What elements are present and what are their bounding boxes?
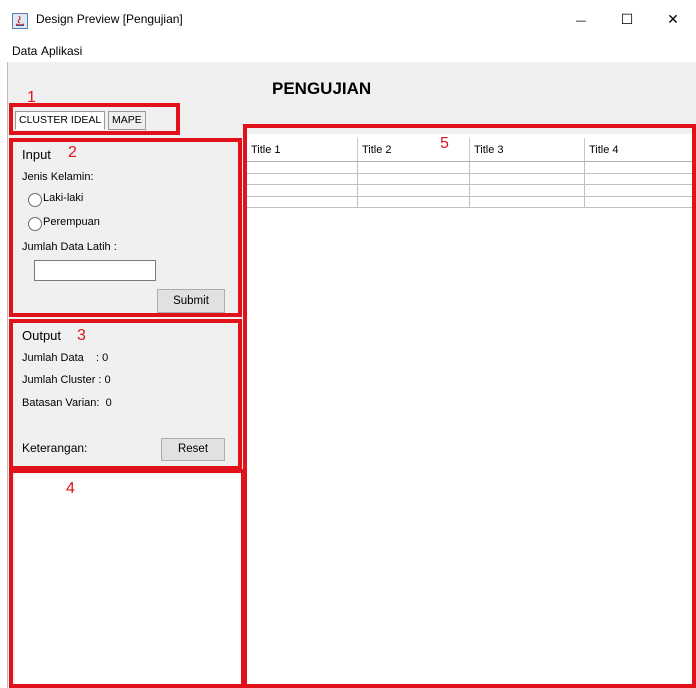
menu-aplikasi[interactable]: Aplikasi — [41, 44, 82, 58]
window-title: Design Preview [Pengujian] — [36, 12, 183, 26]
page-title: PENGUJIAN — [272, 79, 372, 98]
annotation-number-3: 3 — [77, 327, 86, 344]
menu-data[interactable]: Data — [12, 44, 37, 58]
java-app-icon — [12, 13, 28, 29]
annotation-number-1: 1 — [27, 89, 36, 106]
close-button[interactable]: ✕ — [650, 6, 696, 34]
maximize-icon: ☐ — [620, 12, 634, 28]
annotation-box-2 — [9, 138, 242, 317]
close-icon: ✕ — [667, 12, 679, 28]
maximize-button[interactable]: ☐ — [604, 6, 650, 34]
annotation-box-5 — [243, 124, 696, 688]
annotation-number-5: 5 — [440, 135, 449, 152]
minimize-icon: — — [575, 13, 587, 27]
annotation-box-1 — [9, 103, 180, 135]
menu-bar — [0, 40, 696, 62]
annotation-number-4: 4 — [66, 480, 75, 497]
annotation-box-4 — [9, 469, 245, 688]
annotation-number-2: 2 — [68, 144, 77, 161]
minimize-button[interactable]: — — [558, 6, 604, 34]
annotation-box-3 — [9, 319, 242, 470]
